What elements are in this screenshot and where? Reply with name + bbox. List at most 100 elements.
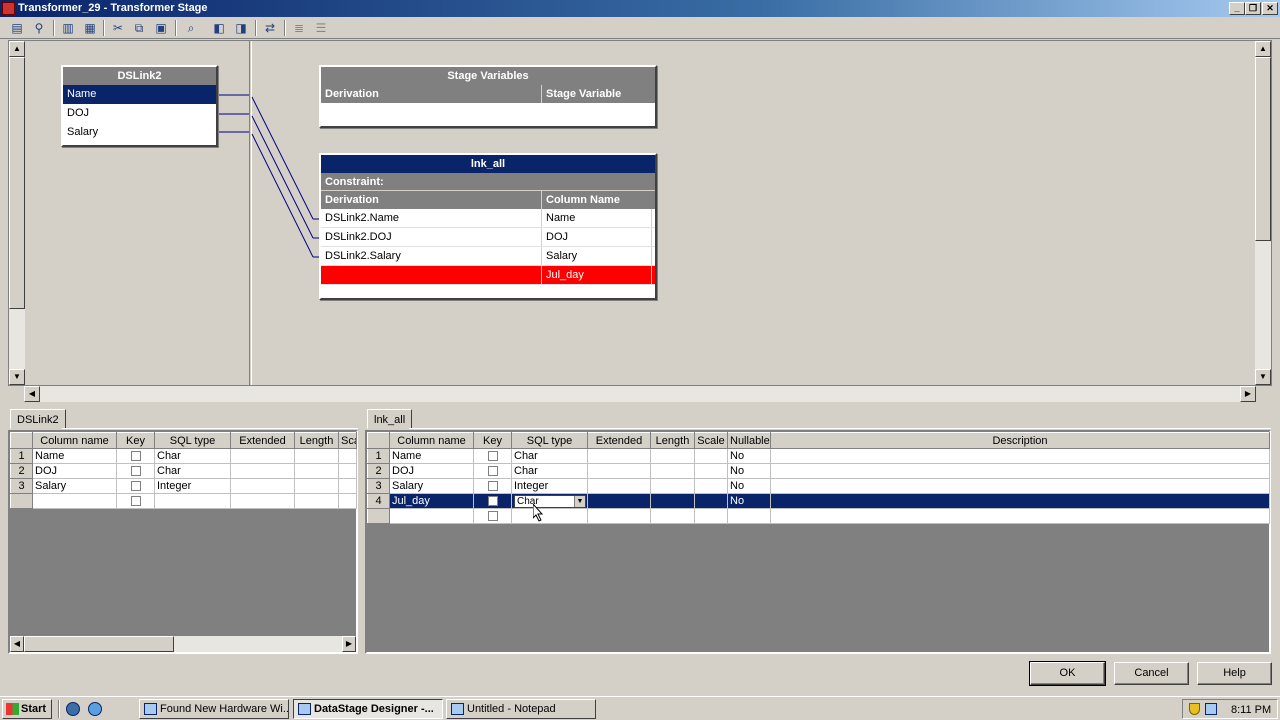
scroll-down-icon[interactable]: ▼ [9, 369, 25, 385]
column-name-cell[interactable]: DOJ [32, 463, 117, 479]
row-number[interactable]: 2 [10, 463, 33, 479]
derivation-cell[interactable] [321, 266, 542, 284]
tab-dslink2[interactable]: DSLink2 [10, 409, 66, 429]
start-button[interactable]: Start [2, 699, 52, 719]
key-checkbox[interactable] [130, 496, 141, 507]
column-name-cell[interactable]: Name [542, 209, 652, 227]
extended-header[interactable]: Extended [587, 432, 651, 449]
row-number[interactable]: 4 [367, 493, 390, 509]
sql-type-cell[interactable]: Char [154, 448, 231, 464]
chevron-down-icon[interactable]: ▼ [574, 495, 585, 507]
constraint-label[interactable]: Constraint: [321, 173, 651, 190]
autofit-icon[interactable]: ☰ [312, 20, 330, 36]
show-desktop-icon[interactable] [66, 702, 80, 716]
dslink2-column-name[interactable]: Name [63, 85, 216, 104]
output-order-icon[interactable]: ≣ [290, 20, 308, 36]
nullable-cell[interactable]: No [727, 478, 771, 494]
nullable-cell[interactable]: No [727, 463, 771, 479]
copy-icon[interactable]: ⧉ [130, 20, 148, 36]
row-number[interactable]: 1 [10, 448, 33, 464]
row-number[interactable]: 1 [367, 448, 390, 464]
scroll-thumb[interactable] [1255, 57, 1271, 241]
column-name-header[interactable]: Column name [32, 432, 117, 449]
table-row-new[interactable] [367, 508, 1270, 524]
column-name-cell[interactable]: Name [389, 448, 474, 464]
column-name-cell[interactable]: Jul_day [389, 493, 474, 509]
key-header[interactable]: Key [116, 432, 155, 449]
column-name-cell[interactable]: DOJ [542, 228, 652, 246]
derivation-row[interactable]: DSLink2.DOJ DOJ [321, 228, 655, 247]
scroll-thumb[interactable] [24, 636, 174, 652]
dslink2-columns-grid[interactable]: Column name Key SQL type Extended Length… [8, 430, 358, 654]
key-header[interactable]: Key [473, 432, 512, 449]
derivation-row[interactable]: DSLink2.Name Name [321, 209, 655, 228]
row-number[interactable]: 2 [367, 463, 390, 479]
sql-type-cell[interactable]: Integer [511, 478, 588, 494]
column-name-cell[interactable]: Jul_day [542, 266, 652, 284]
sql-type-cell[interactable]: Char [511, 448, 588, 464]
lnk-all-columns-grid[interactable]: Column name Key SQL type Extended Length… [365, 430, 1271, 654]
left-grid-horizontal-scrollbar[interactable]: ◀ ▶ [10, 636, 356, 652]
tab-lnk-all[interactable]: lnk_all [367, 409, 413, 429]
column-icon[interactable]: ▥ [59, 20, 77, 36]
close-button[interactable]: ✕ [1262, 2, 1278, 15]
key-checkbox[interactable] [130, 451, 141, 462]
help-button[interactable]: Help [1197, 662, 1272, 685]
table-row-new[interactable] [10, 493, 357, 509]
row-number[interactable]: 3 [10, 478, 33, 494]
table-row[interactable]: 2 DOJ Char [10, 463, 357, 479]
table-row[interactable]: 3 Salary Integer [10, 478, 357, 494]
task-notepad[interactable]: Untitled - Notepad [446, 699, 596, 719]
lnk-all-output-box[interactable]: lnk_all Constraint: Derivation Column Na… [319, 153, 657, 300]
right-vertical-scrollbar[interactable]: ▲ ▼ [1255, 41, 1271, 385]
ok-button[interactable]: OK [1029, 661, 1106, 686]
column-name-cell[interactable]: Salary [389, 478, 474, 494]
minimize-button[interactable]: _ [1229, 2, 1245, 15]
derivation-cell[interactable]: DSLink2.Name [321, 209, 542, 227]
length-header[interactable]: Length [650, 432, 695, 449]
scale-header[interactable]: Scale [694, 432, 728, 449]
scroll-right-icon[interactable]: ▶ [342, 636, 356, 652]
window-title-bar[interactable]: Transformer_29 - Transformer Stage _ ❐ ✕ [0, 0, 1280, 17]
derivation-cell[interactable]: DSLink2.DOJ [321, 228, 542, 246]
sql-type-header[interactable]: SQL type [154, 432, 231, 449]
nullable-cell[interactable]: No [727, 493, 771, 509]
key-checkbox[interactable] [130, 481, 141, 492]
table-row[interactable]: 1 Name Char No [367, 448, 1270, 464]
dslink2-input-box[interactable]: DSLink2 Name DOJ Salary [61, 65, 218, 147]
scroll-down-icon[interactable]: ▼ [1255, 369, 1271, 385]
table-row[interactable]: 3 Salary Integer No [367, 478, 1270, 494]
sql-type-header[interactable]: SQL type [511, 432, 588, 449]
task-datastage-designer[interactable]: DataStage Designer -... [293, 699, 443, 719]
column-name-cell[interactable]: Salary [32, 478, 117, 494]
column-name-cell[interactable]: DOJ [389, 463, 474, 479]
row-number[interactable]: 3 [367, 478, 390, 494]
cancel-button[interactable]: Cancel [1114, 662, 1189, 685]
security-shield-icon[interactable] [1189, 703, 1200, 715]
column-name-cell[interactable]: Salary [542, 247, 652, 265]
column-name-header[interactable]: Column name [389, 432, 474, 449]
column-name-cell[interactable]: Name [32, 448, 117, 464]
task-found-new-hardware[interactable]: Found New Hardware Wi... [139, 699, 289, 719]
cut-icon[interactable]: ✂ [109, 20, 127, 36]
load-icon[interactable]: ◧ [210, 20, 228, 36]
length-header[interactable]: Length [294, 432, 339, 449]
sql-type-cell[interactable]: Char [154, 463, 231, 479]
description-header[interactable]: Description [770, 432, 1270, 449]
stage-variables-box[interactable]: Stage Variables Derivation Stage Variabl… [319, 65, 657, 128]
table-row[interactable]: 1 Name Char [10, 448, 357, 464]
table-row-selected[interactable]: 4 Jul_day Char ▼ No [367, 493, 1270, 509]
derivation-row-missing[interactable]: Jul_day [321, 266, 655, 285]
sql-type-cell[interactable]: Char [511, 463, 588, 479]
scroll-left-icon[interactable]: ◀ [24, 386, 40, 402]
derivation-row[interactable]: DSLink2.Salary Salary [321, 247, 655, 266]
sql-type-dropdown[interactable]: Char ▼ [514, 494, 586, 508]
scale-header[interactable]: Sca [338, 432, 357, 449]
extended-header[interactable]: Extended [230, 432, 295, 449]
link-icon[interactable]: ⚲ [30, 20, 48, 36]
save-icon[interactable]: ◨ [232, 20, 250, 36]
canvas-horizontal-scrollbar[interactable]: ◀ ▶ [24, 386, 1256, 402]
derivation-cell[interactable]: DSLink2.Salary [321, 247, 542, 265]
sql-type-cell[interactable]: Integer [154, 478, 231, 494]
paste-icon[interactable]: ▣ [152, 20, 170, 36]
